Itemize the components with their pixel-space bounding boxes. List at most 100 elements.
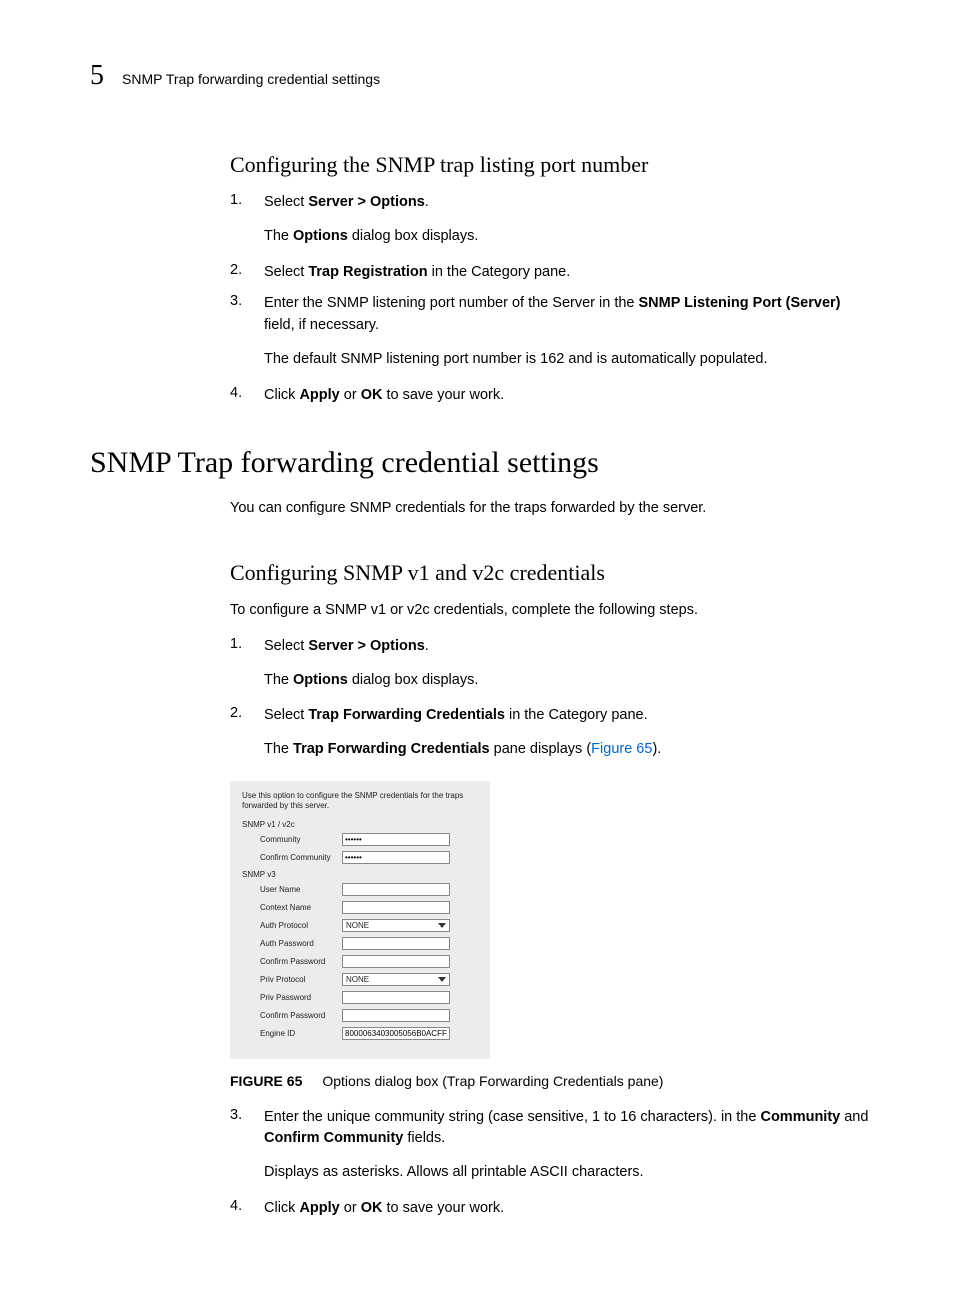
context-name-row: Context Name: [242, 901, 478, 914]
step-number: 3.: [230, 1107, 250, 1188]
step-1: 1. Select Server > Options. The Options …: [230, 636, 874, 696]
step-number: 1.: [230, 636, 250, 696]
figure-65: Use this option to configure the SNMP cr…: [230, 781, 874, 1059]
text: Click: [264, 387, 299, 403]
engine-id-input[interactable]: [342, 1027, 450, 1040]
auth-protocol-label: Auth Protocol: [260, 921, 342, 930]
menu-path: Server > Options: [308, 638, 424, 654]
step-number: 3.: [230, 293, 250, 374]
user-name-input[interactable]: [342, 883, 450, 896]
auth-password-row: Auth Password: [242, 937, 478, 950]
section-heading-creds: Configuring SNMP v1 and v2c credentials: [230, 560, 874, 586]
confirm-community-label: Confirm Community: [260, 853, 342, 862]
text: dialog box displays.: [348, 228, 479, 244]
auth-protocol-row: Auth Protocol NONE: [242, 919, 478, 932]
step-text: Click Apply or OK to save your work.: [264, 1198, 874, 1220]
text: Trap Forwarding Credentials: [293, 741, 490, 757]
section-heading-port: Configuring the SNMP trap listing port n…: [230, 152, 874, 178]
step-3: 3. Enter the unique community string (ca…: [230, 1107, 874, 1188]
auth-password-input[interactable]: [342, 937, 450, 950]
text: Select: [264, 638, 308, 654]
text: Trap Registration: [308, 264, 427, 280]
text: or: [340, 1200, 361, 1216]
step-3: 3. Enter the SNMP listening port number …: [230, 293, 874, 374]
auth-protocol-value: NONE: [346, 921, 369, 930]
text: Community: [760, 1109, 840, 1125]
figure-link[interactable]: Figure 65: [591, 741, 652, 757]
context-name-input[interactable]: [342, 901, 450, 914]
user-name-label: User Name: [260, 885, 342, 894]
text: .: [425, 194, 429, 210]
auth-password-label: Auth Password: [260, 939, 342, 948]
text: Trap Forwarding Credentials: [308, 707, 505, 723]
community-row: Community: [242, 833, 478, 846]
figure-label: FIGURE 65: [230, 1073, 302, 1089]
chapter-number: 5: [90, 60, 104, 92]
text: Select: [264, 264, 308, 280]
text: The: [264, 228, 293, 244]
step-text: Select Server > Options. The Options dia…: [264, 192, 874, 252]
intro-paragraph: You can configure SNMP credentials for t…: [230, 498, 874, 520]
confirm-password-row: Confirm Password: [242, 955, 478, 968]
text: field, if necessary.: [264, 317, 379, 333]
community-input[interactable]: [342, 833, 450, 846]
text: .: [425, 638, 429, 654]
step-1: 1. Select Server > Options. The Options …: [230, 192, 874, 252]
confirm-password-input[interactable]: [342, 955, 450, 968]
text: Apply: [299, 387, 339, 403]
text: Apply: [299, 1200, 339, 1216]
priv-protocol-label: Priv Protocol: [260, 975, 342, 984]
confirm-password2-input[interactable]: [342, 1009, 450, 1022]
step-subtext: The Trap Forwarding Credentials pane dis…: [264, 739, 874, 761]
text: OK: [361, 387, 383, 403]
confirm-password2-row: Confirm Password: [242, 1009, 478, 1022]
text: Click: [264, 1200, 299, 1216]
confirm-password-label: Confirm Password: [260, 957, 342, 966]
page-heading: SNMP Trap forwarding credential settings: [90, 446, 874, 480]
text: Enter the unique community string (case …: [264, 1109, 760, 1125]
text: Enter the SNMP listening port number of …: [264, 295, 639, 311]
text: Options: [293, 228, 348, 244]
text: or: [340, 387, 361, 403]
confirm-community-input[interactable]: [342, 851, 450, 864]
text: and: [840, 1109, 868, 1125]
figure-caption-text: Options dialog box (Trap Forwarding Cred…: [322, 1073, 663, 1089]
text: ).: [652, 741, 661, 757]
text: Select: [264, 707, 308, 723]
user-name-row: User Name: [242, 883, 478, 896]
chevron-down-icon: [438, 923, 446, 928]
engine-id-label: Engine ID: [260, 1029, 342, 1038]
context-name-label: Context Name: [260, 903, 342, 912]
section-label: SNMP v1 / v2c: [242, 820, 478, 829]
chevron-down-icon: [438, 977, 446, 982]
step-text: Enter the SNMP listening port number of …: [264, 293, 874, 374]
confirm-community-row: Confirm Community: [242, 851, 478, 864]
engine-id-row: Engine ID: [242, 1027, 478, 1040]
text: to save your work.: [382, 1200, 504, 1216]
auth-protocol-select[interactable]: NONE: [342, 919, 450, 932]
intro-paragraph: To configure a SNMP v1 or v2c credential…: [230, 600, 874, 622]
text: The: [264, 741, 293, 757]
step-2: 2. Select Trap Registration in the Categ…: [230, 262, 874, 284]
priv-password-input[interactable]: [342, 991, 450, 1004]
step-number: 2.: [230, 705, 250, 765]
step-number: 2.: [230, 262, 250, 284]
step-number: 1.: [230, 192, 250, 252]
steps-list-2: 1. Select Server > Options. The Options …: [230, 636, 874, 765]
step-2: 2. Select Trap Forwarding Credentials in…: [230, 705, 874, 765]
step-text: Select Trap Registration in the Category…: [264, 262, 874, 284]
steps-list-3: 3. Enter the unique community string (ca…: [230, 1107, 874, 1220]
running-head: SNMP Trap forwarding credential settings: [122, 71, 380, 87]
text: Select: [264, 194, 308, 210]
text: in the Category pane.: [428, 264, 571, 280]
figure-caption: FIGURE 65 Options dialog box (Trap Forwar…: [230, 1073, 874, 1089]
text: in the Category pane.: [505, 707, 648, 723]
text: fields.: [403, 1130, 445, 1146]
step-number: 4.: [230, 1198, 250, 1220]
text: dialog box displays.: [348, 672, 479, 688]
text: Options: [293, 672, 348, 688]
options-dialog: Use this option to configure the SNMP cr…: [230, 781, 490, 1059]
text: Confirm Community: [264, 1130, 403, 1146]
step-subtext: The Options dialog box displays.: [264, 670, 874, 692]
priv-protocol-select[interactable]: NONE: [342, 973, 450, 986]
